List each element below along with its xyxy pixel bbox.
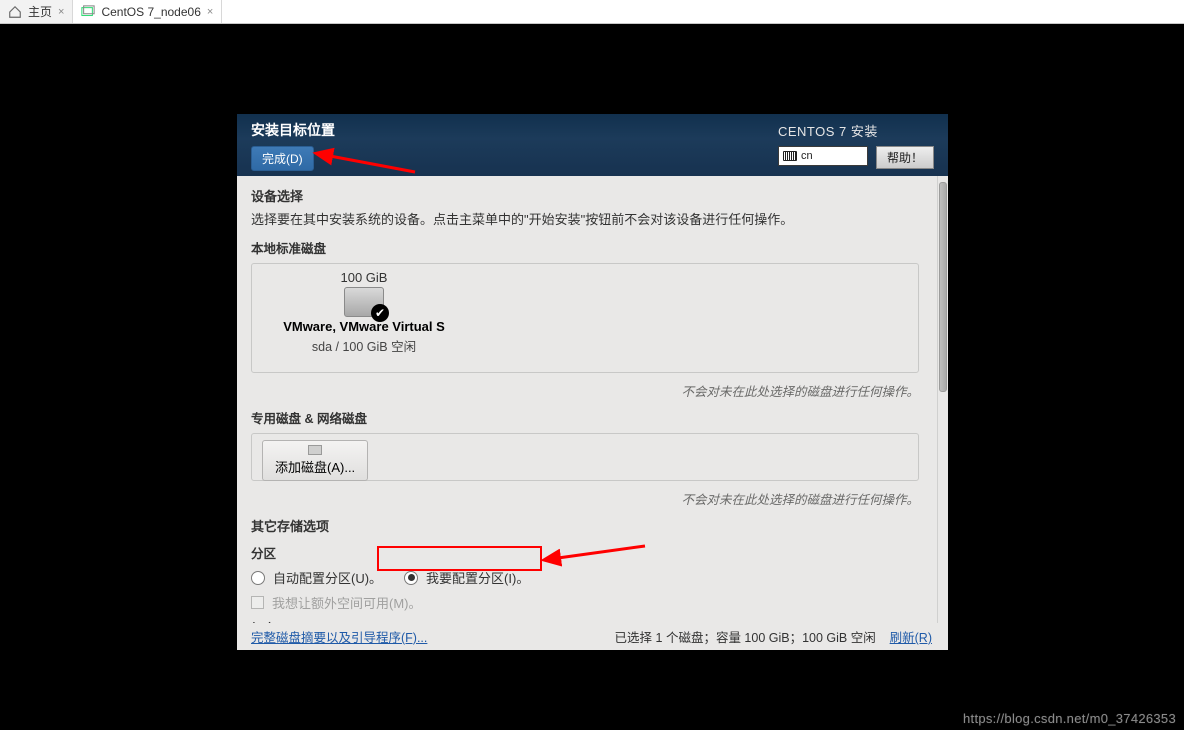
special-disks-heading: 专用磁盘 & 网络磁盘 [251, 408, 919, 427]
disk-note: 不会对未在此处选择的磁盘进行任何操作。 [251, 381, 919, 400]
installer-window: 安装目标位置 完成(D) CENTOS 7 安装 cn 帮助！ 设备选择 选择要… [237, 114, 948, 650]
disk-mini-icon [308, 445, 322, 455]
installer-name: CENTOS 7 安装 [778, 121, 878, 140]
content-scroll: 设备选择 选择要在其中安装系统的设备。点击主菜单中的"开始安装"按钮前不会对该设… [237, 176, 937, 623]
keyboard-layout-indicator[interactable]: cn [778, 146, 868, 166]
encryption-heading: 加密 [251, 618, 919, 623]
installer-topbar: 安装目标位置 完成(D) CENTOS 7 安装 cn 帮助！ [237, 114, 948, 176]
partition-heading: 分区 [251, 543, 919, 562]
keyboard-icon [783, 151, 797, 161]
manual-partition-label: 我要配置分区(I)。 [426, 568, 529, 587]
watermark-text: https://blog.csdn.net/m0_37426353 [963, 711, 1176, 726]
add-disk-button[interactable]: 添加磁盘(A)... [262, 440, 368, 481]
check-icon: ✔ [371, 304, 389, 322]
selection-status: 已选择 1 个磁盘；容量 100 GiB；100 GiB 空闲 [615, 631, 876, 645]
disk-subline: sda / 100 GiB 空闲 [312, 336, 416, 355]
tab-home[interactable]: 主页 × [0, 0, 73, 23]
disk-item[interactable]: 100 GiB ✔ VMware, VMware Virtual S sda /… [264, 270, 464, 355]
tab-label: 主页 [28, 3, 52, 20]
device-selection-description: 选择要在其中安装系统的设备。点击主菜单中的"开始安装"按钮前不会对该设备进行任何… [251, 209, 919, 228]
checkbox-extra-space [251, 596, 264, 609]
device-selection-heading: 设备选择 [251, 186, 919, 205]
vertical-scrollbar[interactable] [937, 176, 948, 623]
outer-tab-bar: 主页 × CentOS 7_node06 × [0, 0, 1184, 24]
vm-icon [81, 5, 95, 19]
scrollbar-thumb[interactable] [939, 182, 947, 392]
disk-size: 100 GiB [341, 270, 388, 285]
radio-auto-partition[interactable] [251, 571, 265, 585]
other-storage-heading: 其它存储选项 [251, 516, 919, 535]
page-title: 安装目标位置 [251, 120, 335, 140]
home-icon [8, 5, 22, 19]
tab-vm[interactable]: CentOS 7_node06 × [73, 0, 222, 23]
special-disks-panel: 添加磁盘(A)... [251, 433, 919, 481]
close-icon[interactable]: × [58, 6, 64, 18]
radio-manual-partition[interactable] [404, 571, 418, 585]
tab-label: CentOS 7_node06 [101, 5, 200, 19]
local-disks-panel: 100 GiB ✔ VMware, VMware Virtual S sda /… [251, 263, 919, 373]
auto-partition-label: 自动配置分区(U)。 [273, 568, 382, 587]
hard-drive-icon: ✔ [344, 287, 384, 317]
lang-code: cn [801, 150, 813, 162]
help-button[interactable]: 帮助！ [876, 146, 934, 169]
refresh-link[interactable]: 刷新(R) [890, 631, 932, 645]
disk-summary-link[interactable]: 完整磁盘摘要以及引导程序(F)... [251, 627, 427, 646]
disk-name: VMware, VMware Virtual S [283, 319, 445, 334]
add-disk-label: 添加磁盘(A)... [275, 457, 355, 476]
footer-bar: 完整磁盘摘要以及引导程序(F)... 已选择 1 个磁盘；容量 100 GiB；… [237, 623, 948, 650]
extra-space-label: 我想让额外空间可用(M)。 [272, 593, 422, 612]
disk-note-2: 不会对未在此处选择的磁盘进行任何操作。 [251, 489, 919, 508]
close-icon[interactable]: × [207, 6, 213, 18]
local-disks-heading: 本地标准磁盘 [251, 238, 919, 257]
done-button[interactable]: 完成(D) [251, 146, 314, 171]
